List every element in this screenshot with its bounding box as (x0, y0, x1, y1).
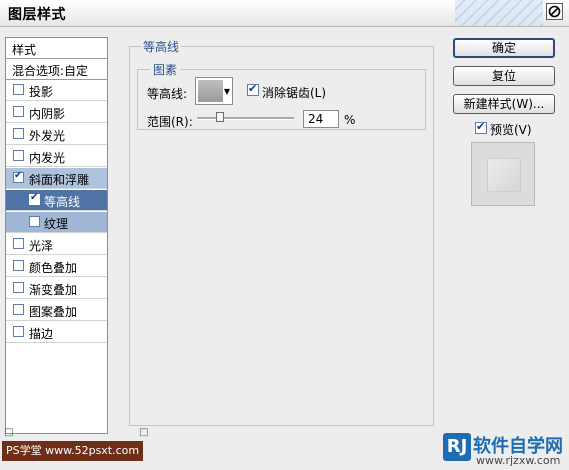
style-item-label: 图案叠加 (29, 305, 78, 319)
close-button[interactable] (546, 3, 563, 20)
pattern-overlay-checkbox[interactable] (13, 304, 24, 315)
watermark-logo: RJ (443, 433, 471, 461)
blend-options-item[interactable]: 混合选项:自定 (6, 59, 107, 80)
close-icon (548, 5, 561, 18)
contour-picker[interactable]: ▼ (195, 77, 233, 105)
drop-shadow-checkbox[interactable] (13, 84, 24, 95)
style-item-label: 内阴影 (29, 107, 66, 121)
style-item-pattern-overlay[interactable]: 图案叠加 (6, 300, 107, 321)
watermark-url: www.rjzxw.com (476, 454, 561, 467)
style-item-drop-shadow[interactable]: 投影 (6, 80, 107, 101)
styles-header-label: 样式 (12, 43, 37, 57)
style-item-label: 内发光 (29, 151, 66, 165)
style-preview-box (471, 142, 535, 206)
range-unit: % (344, 113, 356, 127)
blend-options-label: 混合选项:自定 (12, 64, 89, 78)
style-item-gradient-overlay[interactable]: 渐变叠加 (6, 278, 107, 299)
satin-checkbox[interactable] (13, 238, 24, 249)
style-item-label: 纹理 (44, 217, 69, 231)
preview-label: 预览(V) (490, 123, 532, 137)
corner-marker-icon: □ (4, 427, 14, 438)
range-slider-track[interactable] (197, 117, 294, 120)
window-title: 图层样式 (8, 7, 66, 23)
style-item-outer-glow[interactable]: 外发光 (6, 124, 107, 145)
contour-curve-preview (198, 80, 223, 102)
range-input[interactable]: 24 (303, 110, 339, 128)
contour-group-title: 等高线 (141, 38, 182, 55)
gradient-overlay-checkbox[interactable] (13, 282, 24, 293)
bevel-emboss-checkbox[interactable] (13, 170, 24, 183)
range-slider-handle[interactable] (216, 112, 224, 122)
watermark-ps: PS学堂 www.52psxt.com (2, 441, 144, 461)
ok-button[interactable]: 确定 (453, 38, 555, 58)
stroke-checkbox[interactable] (13, 326, 24, 337)
range-label: 范围(R): (147, 115, 193, 129)
title-decoration (455, 0, 543, 26)
outer-glow-checkbox[interactable] (13, 128, 24, 139)
style-item-inner-shadow[interactable]: 内阴影 (6, 102, 107, 123)
new-style-button[interactable]: 新建样式(W)... (453, 94, 555, 114)
preview-checkbox[interactable] (475, 120, 487, 134)
style-item-label: 渐变叠加 (29, 283, 78, 297)
anti-alias-label: 消除锯齿(L) (262, 86, 327, 100)
texture-checkbox[interactable] (29, 216, 40, 227)
style-item-contour[interactable]: 等高线 (6, 190, 107, 211)
style-item-label: 光泽 (29, 239, 54, 253)
style-item-inner-glow[interactable]: 内发光 (6, 146, 107, 167)
style-item-stroke[interactable]: 描边 (6, 322, 107, 343)
style-item-label: 颜色叠加 (29, 261, 78, 275)
dropdown-arrow-icon: ▼ (223, 87, 230, 96)
style-preview-swatch (487, 158, 521, 192)
anti-alias-checkbox[interactable] (247, 82, 259, 96)
inner-glow-checkbox[interactable] (13, 150, 24, 161)
style-item-bevel-emboss[interactable]: 斜面和浮雕 (6, 168, 107, 189)
style-item-texture[interactable]: 纹理 (6, 212, 107, 233)
style-item-color-overlay[interactable]: 颜色叠加 (6, 256, 107, 277)
reset-button[interactable]: 复位 (453, 66, 555, 86)
styles-header[interactable]: 样式 (6, 38, 107, 59)
style-item-label: 描边 (29, 327, 54, 341)
style-item-satin[interactable]: 光泽 (6, 234, 107, 255)
inner-shadow-checkbox[interactable] (13, 106, 24, 117)
elements-group-title: 图素 (150, 61, 181, 78)
style-item-label: 等高线 (44, 195, 81, 209)
color-overlay-checkbox[interactable] (13, 260, 24, 271)
style-item-label: 斜面和浮雕 (29, 173, 90, 187)
dialog-body: 样式 混合选项:自定 投影 内阴影 外发光 内发光 斜面和浮雕 等高线 (0, 27, 569, 470)
styles-list: 样式 混合选项:自定 投影 内阴影 外发光 内发光 斜面和浮雕 等高线 (5, 37, 108, 434)
corner-marker-icon: □ (139, 427, 149, 438)
contour-checkbox[interactable] (29, 192, 40, 205)
contour-label: 等高线: (147, 87, 188, 101)
style-item-label: 外发光 (29, 129, 66, 143)
style-item-label: 投影 (29, 85, 54, 99)
title-bar: 图层样式 (0, 0, 569, 27)
